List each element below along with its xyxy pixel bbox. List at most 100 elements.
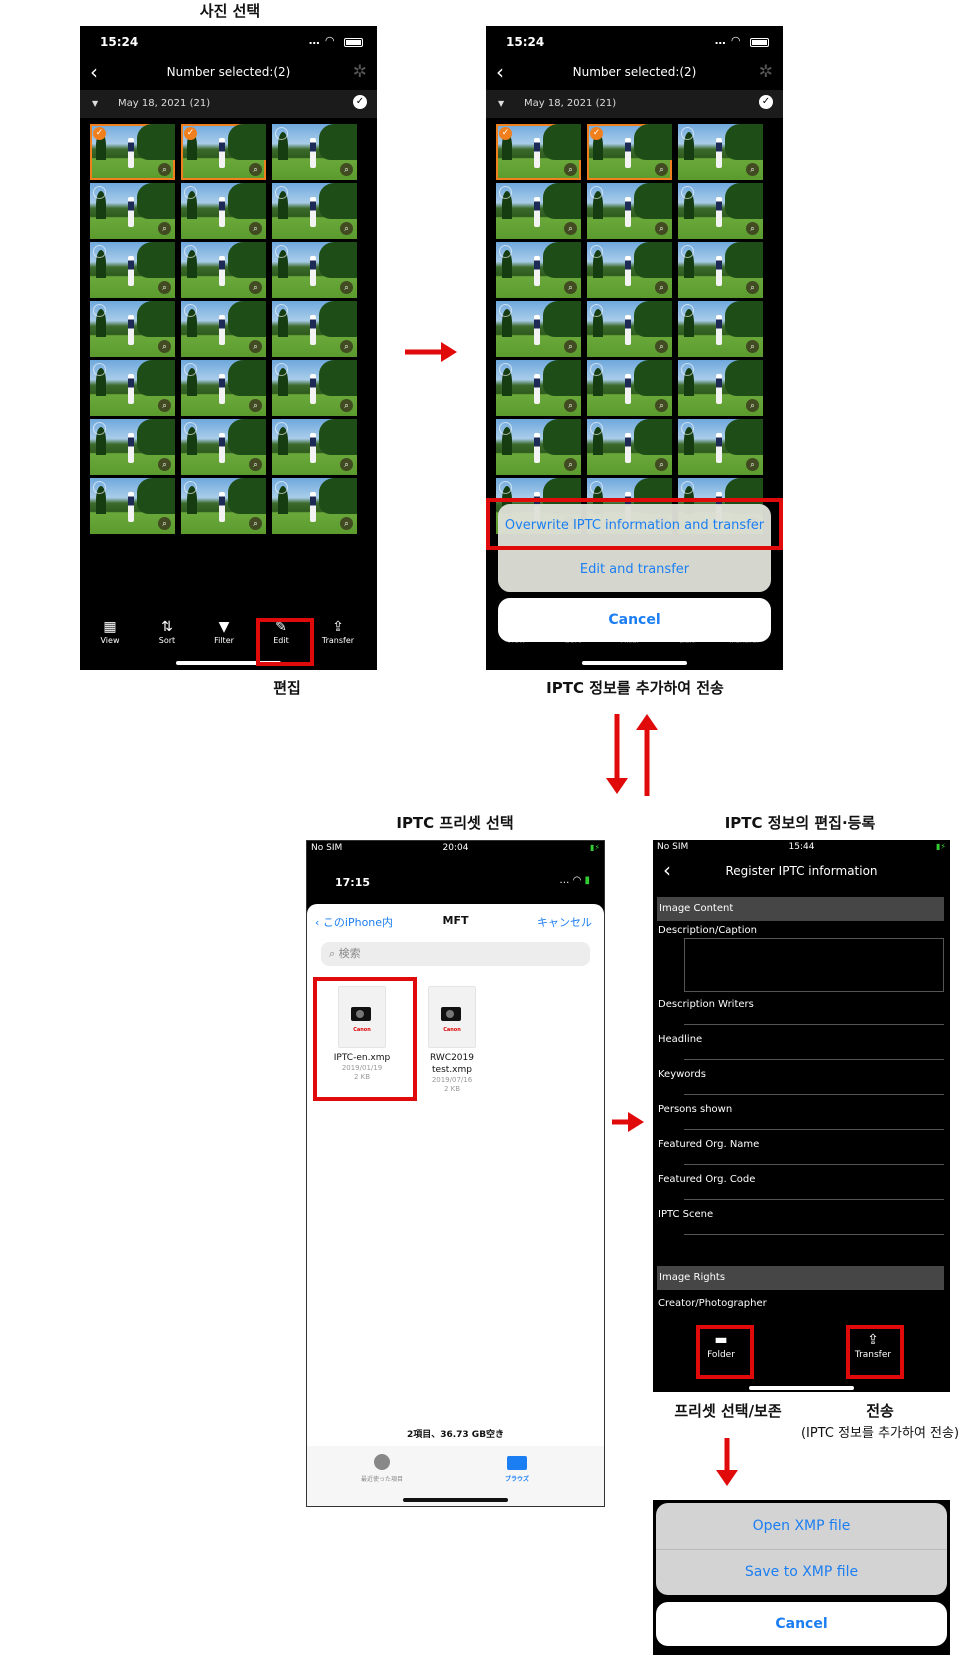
unselected-circle-icon[interactable] [681,363,694,376]
file-item[interactable]: Canon RWC2019 test.xmp 2019/07/16 2 KB [417,986,487,1094]
magnify-icon[interactable]: ⌕ [655,458,668,471]
magnify-icon[interactable]: ⌕ [340,399,353,412]
unselected-circle-icon[interactable] [275,304,288,317]
magnify-icon[interactable]: ⌕ [655,222,668,235]
magnify-icon[interactable]: ⌕ [564,281,577,294]
photo-thumbnail[interactable]: ⌕ [90,360,175,416]
cancel-button[interactable]: Cancel [498,598,771,642]
date-header[interactable]: ▼ May 18, 2021 (21) ✓ [486,90,783,118]
photo-thumbnail[interactable]: ⌕ [181,183,266,239]
text-input-underline[interactable] [684,1024,944,1025]
photo-thumbnail[interactable]: ✓ ⌕ [90,124,175,180]
photo-thumbnail[interactable]: ⌕ [272,478,357,534]
magnify-icon[interactable]: ⌕ [158,517,171,530]
toolbar-filter-button[interactable]: ▼Filter [196,618,252,645]
photo-thumbnail[interactable]: ⌕ [678,360,763,416]
photo-thumbnail[interactable]: ⌕ [678,419,763,475]
photo-thumbnail[interactable]: ⌕ [272,360,357,416]
magnify-icon[interactable]: ⌕ [746,163,759,176]
magnify-icon[interactable]: ⌕ [340,222,353,235]
unselected-circle-icon[interactable] [681,481,694,494]
unselected-circle-icon[interactable] [590,363,603,376]
magnify-icon[interactable]: ⌕ [249,517,262,530]
toolbar-sort-button[interactable]: ⇅Sort [139,618,195,645]
photo-thumbnail[interactable]: ⌕ [181,419,266,475]
magnify-icon[interactable]: ⌕ [249,458,262,471]
unselected-circle-icon[interactable] [184,422,197,435]
collapse-icon[interactable]: ▼ [92,99,98,108]
unselected-circle-icon[interactable] [499,304,512,317]
unselected-circle-icon[interactable] [681,127,694,140]
unselected-circle-icon[interactable] [681,422,694,435]
xmp-cancel-button[interactable]: Cancel [656,1602,947,1646]
unselected-circle-icon[interactable] [184,186,197,199]
photo-thumbnail[interactable]: ⌕ [496,301,581,357]
magnify-icon[interactable]: ⌕ [340,458,353,471]
unselected-circle-icon[interactable] [275,481,288,494]
magnify-icon[interactable]: ⌕ [564,340,577,353]
photo-thumbnail[interactable]: ⌕ [272,242,357,298]
photo-thumbnail[interactable]: ⌕ [587,419,672,475]
unselected-circle-icon[interactable] [93,186,106,199]
magnify-icon[interactable]: ⌕ [249,281,262,294]
photo-thumbnail[interactable]: ⌕ [181,242,266,298]
photo-thumbnail[interactable]: ⌕ [272,124,357,180]
magnify-icon[interactable]: ⌕ [746,281,759,294]
unselected-circle-icon[interactable] [275,127,288,140]
magnify-icon[interactable]: ⌕ [564,458,577,471]
photo-thumbnail[interactable]: ✓ ⌕ [587,124,672,180]
photo-thumbnail[interactable]: ⌕ [587,242,672,298]
unselected-circle-icon[interactable] [93,304,106,317]
toolbar-transfer-button[interactable]: ⇪Transfer [310,618,366,645]
photo-thumbnail[interactable]: ⌕ [181,478,266,534]
tab-browse[interactable]: ブラウズ [472,1454,562,1483]
unselected-circle-icon[interactable] [499,245,512,258]
photo-thumbnail[interactable]: ⌕ [678,124,763,180]
unselected-circle-icon[interactable] [590,422,603,435]
photo-thumbnail[interactable]: ⌕ [678,183,763,239]
text-input-underline[interactable] [684,1234,944,1235]
photo-thumbnail[interactable]: ⌕ [587,301,672,357]
magnify-icon[interactable]: ⌕ [158,399,171,412]
unselected-circle-icon[interactable] [590,245,603,258]
photo-thumbnail[interactable]: ⌕ [90,478,175,534]
photo-thumbnail[interactable]: ✓ ⌕ [496,124,581,180]
magnify-icon[interactable]: ⌕ [249,163,262,176]
unselected-circle-icon[interactable] [275,422,288,435]
text-input-underline[interactable] [684,1094,944,1095]
photo-thumbnail[interactable]: ⌕ [90,301,175,357]
magnify-icon[interactable]: ⌕ [655,340,668,353]
photo-thumbnail[interactable]: ⌕ [272,419,357,475]
date-header[interactable]: ▼ May 18, 2021 (21) ✓ [80,90,377,118]
unselected-circle-icon[interactable] [184,363,197,376]
magnify-icon[interactable]: ⌕ [340,163,353,176]
unselected-circle-icon[interactable] [499,481,512,494]
unselected-circle-icon[interactable] [93,422,106,435]
unselected-circle-icon[interactable] [681,186,694,199]
gear-icon[interactable]: ✲ [353,62,367,82]
magnify-icon[interactable]: ⌕ [158,340,171,353]
photo-thumbnail[interactable]: ⌕ [272,183,357,239]
selected-check-icon[interactable]: ✓ [184,127,197,140]
magnify-icon[interactable]: ⌕ [564,222,577,235]
photo-thumbnail[interactable]: ⌕ [181,301,266,357]
magnify-icon[interactable]: ⌕ [249,222,262,235]
photo-thumbnail[interactable]: ⌕ [181,360,266,416]
unselected-circle-icon[interactable] [184,481,197,494]
magnify-icon[interactable]: ⌕ [340,517,353,530]
photo-thumbnail[interactable]: ✓ ⌕ [181,124,266,180]
unselected-circle-icon[interactable] [499,363,512,376]
magnify-icon[interactable]: ⌕ [655,281,668,294]
photo-thumbnail[interactable]: ⌕ [496,242,581,298]
photo-thumbnail[interactable]: ⌕ [678,242,763,298]
photo-thumbnail[interactable]: ⌕ [90,183,175,239]
photo-thumbnail[interactable]: ⌕ [90,419,175,475]
magnify-icon[interactable]: ⌕ [158,163,171,176]
picker-search-input[interactable]: ⌕ 検索 [321,942,590,966]
selected-check-icon[interactable]: ✓ [93,127,106,140]
magnify-icon[interactable]: ⌕ [655,163,668,176]
photo-thumbnail[interactable]: ⌕ [496,419,581,475]
unselected-circle-icon[interactable] [275,245,288,258]
magnify-icon[interactable]: ⌕ [746,458,759,471]
magnify-icon[interactable]: ⌕ [746,340,759,353]
